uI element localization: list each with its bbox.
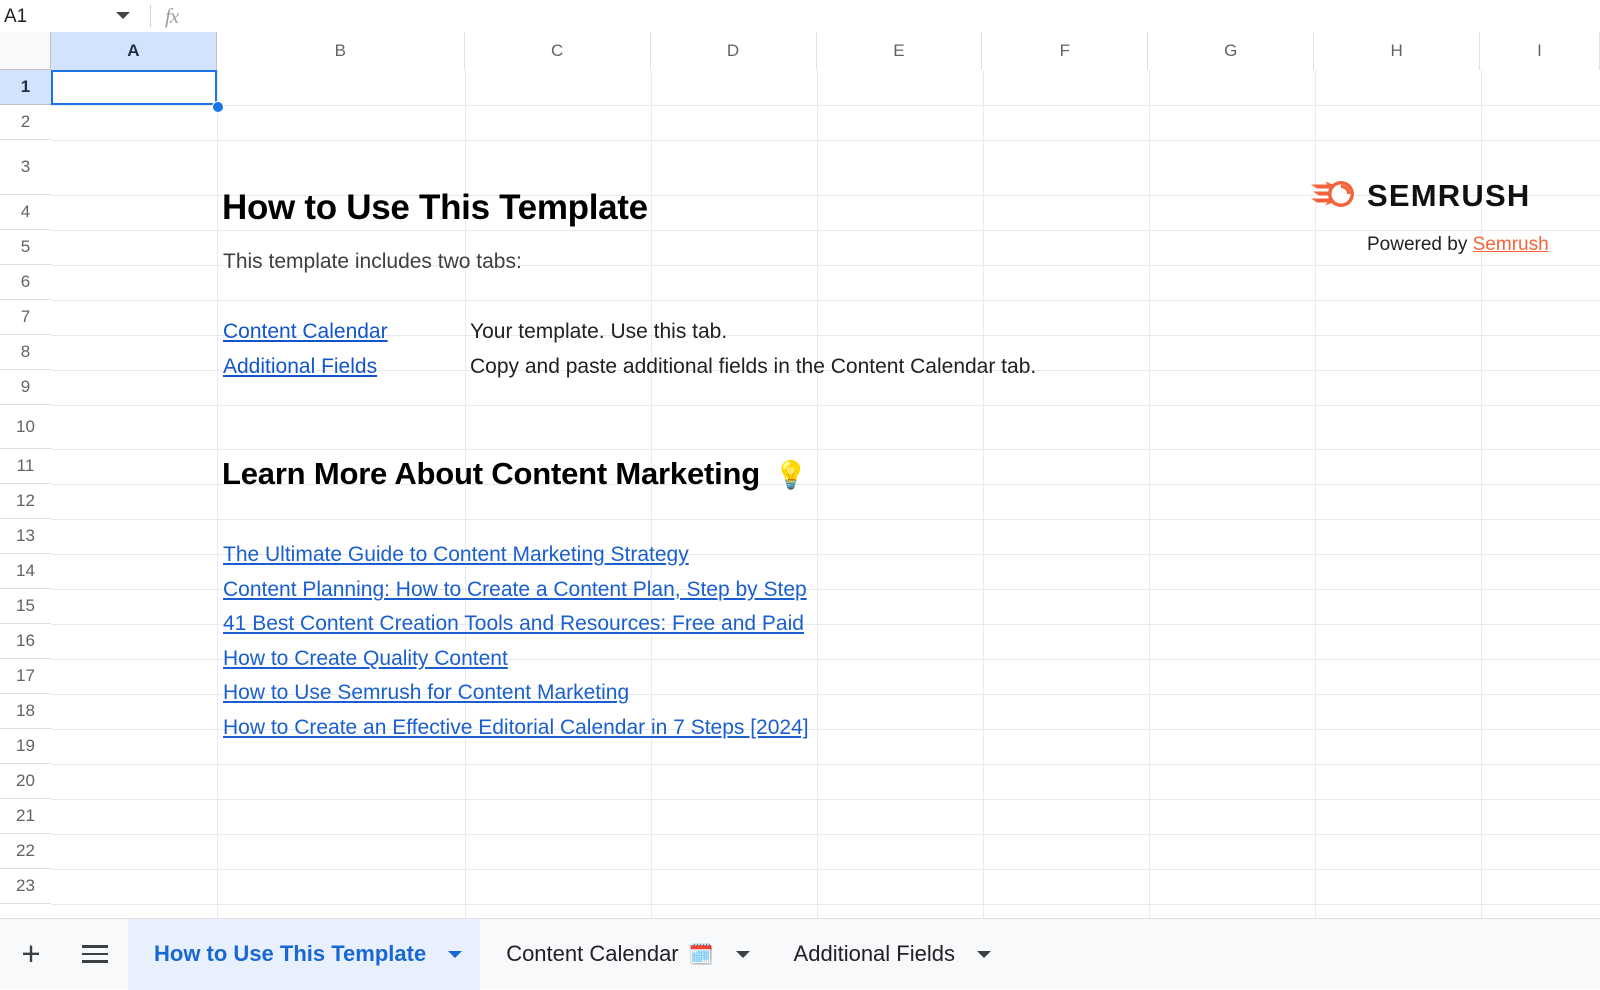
sheet-tab-additional-fields[interactable]: Additional Fields bbox=[768, 919, 1009, 990]
chevron-down-icon[interactable] bbox=[977, 951, 991, 958]
add-sheet-button[interactable]: + bbox=[0, 919, 62, 990]
row-header-6[interactable]: 6 bbox=[0, 265, 51, 300]
hamburger-menu-icon bbox=[82, 953, 108, 956]
column-header-a[interactable]: A bbox=[51, 32, 217, 70]
chevron-down-icon[interactable] bbox=[736, 951, 750, 958]
semrush-wordmark: SEMRUSH bbox=[1367, 178, 1530, 214]
row-header-23[interactable]: 23 bbox=[0, 869, 51, 904]
semrush-link[interactable]: Semrush bbox=[1473, 234, 1549, 255]
powered-by-prefix: Powered by bbox=[1367, 234, 1473, 255]
sheet-tab-label: Content Calendar bbox=[506, 941, 678, 967]
article-link[interactable]: The Ultimate Guide to Content Marketing … bbox=[223, 543, 689, 567]
article-link[interactable]: Content Planning: How to Create a Conten… bbox=[223, 578, 807, 602]
description-additional-fields: Copy and paste additional fields in the … bbox=[470, 355, 1036, 379]
row-header-8[interactable]: 8 bbox=[0, 335, 51, 370]
row-header-5[interactable]: 5 bbox=[0, 230, 51, 265]
column-header-g[interactable]: G bbox=[1148, 32, 1314, 70]
column-header-h[interactable]: H bbox=[1314, 32, 1480, 70]
learn-more-heading: Learn More About Content Marketing 💡 bbox=[222, 456, 807, 492]
semrush-logo: SEMRUSH bbox=[1311, 178, 1549, 214]
row-header-14[interactable]: 14 bbox=[0, 554, 51, 589]
formula-bar: A1 fx bbox=[0, 0, 1600, 32]
page-title: How to Use This Template bbox=[222, 188, 648, 228]
chevron-down-icon[interactable] bbox=[448, 951, 462, 958]
hamburger-menu-icon bbox=[82, 960, 108, 963]
formula-input[interactable] bbox=[178, 0, 1600, 32]
sheet-content-layer: How to Use This Template This template i… bbox=[51, 70, 1600, 918]
chevron-down-icon[interactable] bbox=[116, 12, 130, 19]
description-content-calendar: Your template. Use this tab. bbox=[470, 320, 727, 344]
row-header-9[interactable]: 9 bbox=[0, 370, 51, 405]
lightbulb-icon: 💡 bbox=[774, 459, 807, 491]
article-link[interactable]: How to Use Semrush for Content Marketing bbox=[223, 681, 629, 705]
sheet-canvas[interactable]: How to Use This Template This template i… bbox=[51, 70, 1600, 918]
semrush-comet-icon bbox=[1311, 178, 1357, 214]
row-header-1[interactable]: 1 bbox=[0, 70, 51, 105]
row-header-10[interactable]: 10 bbox=[0, 405, 51, 449]
link-content-calendar[interactable]: Content Calendar bbox=[223, 320, 388, 344]
column-header-e[interactable]: E bbox=[817, 32, 983, 70]
row-header-20[interactable]: 20 bbox=[0, 764, 51, 799]
selected-cell-a1[interactable] bbox=[51, 70, 217, 105]
sheet-tab-content-calendar[interactable]: Content Calendar 🗓️ bbox=[480, 919, 767, 990]
row-header-12[interactable]: 12 bbox=[0, 484, 51, 519]
row-header-3[interactable]: 3 bbox=[0, 140, 51, 195]
fill-handle[interactable] bbox=[212, 101, 224, 113]
semrush-branding: SEMRUSH Powered by Semrush bbox=[1311, 178, 1549, 256]
sheet-tabs: How to Use This Template Content Calendar… bbox=[128, 919, 1009, 990]
name-box-value: A1 bbox=[4, 7, 27, 26]
article-link[interactable]: How to Create an Effective Editorial Cal… bbox=[223, 716, 809, 740]
name-box[interactable]: A1 bbox=[0, 0, 148, 32]
row-header-16[interactable]: 16 bbox=[0, 624, 51, 659]
spreadsheet-grid: ABCDEFGHI 123456789101112131415161718192… bbox=[0, 32, 1600, 918]
row-header-column: 1234567891011121314151617181920212223 bbox=[0, 70, 51, 904]
column-header-b[interactable]: B bbox=[217, 32, 465, 70]
column-header-i[interactable]: I bbox=[1480, 32, 1600, 70]
divider bbox=[150, 5, 151, 27]
page-subtitle: This template includes two tabs: bbox=[223, 250, 522, 274]
powered-by-label: Powered by Semrush bbox=[1311, 234, 1549, 256]
row-header-7[interactable]: 7 bbox=[0, 300, 51, 335]
calendar-icon: 🗓️ bbox=[689, 942, 714, 967]
sheet-tab-bar: + How to Use This Template Content Calend… bbox=[0, 918, 1600, 989]
row-header-18[interactable]: 18 bbox=[0, 694, 51, 729]
sheet-tab-label: Additional Fields bbox=[794, 941, 955, 967]
hamburger-menu-icon bbox=[82, 945, 108, 948]
learn-more-heading-text: Learn More About Content Marketing bbox=[222, 456, 760, 492]
link-additional-fields[interactable]: Additional Fields bbox=[223, 355, 377, 379]
column-header-row: ABCDEFGHI bbox=[51, 32, 1600, 70]
row-header-21[interactable]: 21 bbox=[0, 799, 51, 834]
row-header-19[interactable]: 19 bbox=[0, 729, 51, 764]
fx-icon: fx bbox=[165, 4, 178, 29]
article-link[interactable]: 41 Best Content Creation Tools and Resou… bbox=[223, 612, 804, 636]
sheet-tab-how-to-use-this-template[interactable]: How to Use This Template bbox=[128, 919, 480, 990]
article-link[interactable]: How to Create Quality Content bbox=[223, 647, 508, 671]
row-header-13[interactable]: 13 bbox=[0, 519, 51, 554]
column-header-d[interactable]: D bbox=[651, 32, 817, 70]
row-header-17[interactable]: 17 bbox=[0, 659, 51, 694]
select-all-corner[interactable] bbox=[0, 32, 51, 70]
row-header-2[interactable]: 2 bbox=[0, 105, 51, 140]
column-header-f[interactable]: F bbox=[982, 32, 1148, 70]
row-header-15[interactable]: 15 bbox=[0, 589, 51, 624]
all-sheets-button[interactable] bbox=[62, 919, 128, 990]
sheet-tab-label: How to Use This Template bbox=[154, 941, 426, 967]
row-header-4[interactable]: 4 bbox=[0, 195, 51, 230]
column-header-c[interactable]: C bbox=[465, 32, 651, 70]
row-header-11[interactable]: 11 bbox=[0, 449, 51, 484]
row-header-22[interactable]: 22 bbox=[0, 834, 51, 869]
